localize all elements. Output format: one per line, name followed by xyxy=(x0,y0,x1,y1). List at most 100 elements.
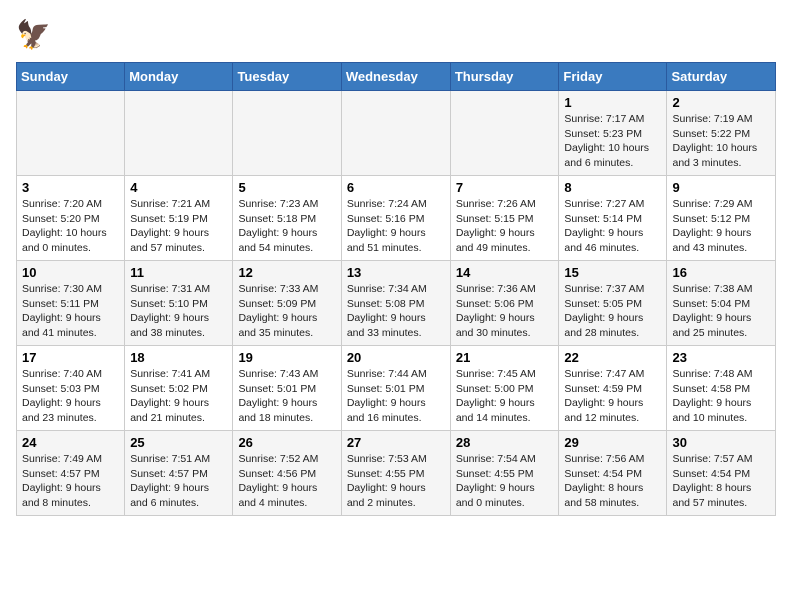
weekday-header-thursday: Thursday xyxy=(450,63,559,91)
day-info: Sunrise: 7:49 AM Sunset: 4:57 PM Dayligh… xyxy=(22,452,119,511)
day-info: Sunrise: 7:57 AM Sunset: 4:54 PM Dayligh… xyxy=(672,452,770,511)
day-info: Sunrise: 7:31 AM Sunset: 5:10 PM Dayligh… xyxy=(130,282,227,341)
day-number: 23 xyxy=(672,350,770,365)
day-info: Sunrise: 7:51 AM Sunset: 4:57 PM Dayligh… xyxy=(130,452,227,511)
calendar-cell: 20 Sunrise: 7:44 AM Sunset: 5:01 PM Dayli… xyxy=(341,346,450,431)
day-number: 3 xyxy=(22,180,119,195)
day-info: Sunrise: 7:56 AM Sunset: 4:54 PM Dayligh… xyxy=(564,452,661,511)
day-info: Sunrise: 7:54 AM Sunset: 4:55 PM Dayligh… xyxy=(456,452,554,511)
day-info: Sunrise: 7:17 AM Sunset: 5:23 PM Dayligh… xyxy=(564,112,661,171)
calendar-cell: 5 Sunrise: 7:23 AM Sunset: 5:18 PM Daylig… xyxy=(233,176,341,261)
day-number: 22 xyxy=(564,350,661,365)
weekday-header-friday: Friday xyxy=(559,63,667,91)
day-info: Sunrise: 7:26 AM Sunset: 5:15 PM Dayligh… xyxy=(456,197,554,256)
calendar-week-3: 10 Sunrise: 7:30 AM Sunset: 5:11 PM Dayli… xyxy=(17,261,776,346)
weekday-header-monday: Monday xyxy=(125,63,233,91)
day-number: 9 xyxy=(672,180,770,195)
calendar-cell: 19Sunrise: 7:43 AM Sunset: 5:01 PM Dayli… xyxy=(233,346,341,431)
day-number: 15 xyxy=(564,265,661,280)
day-number: 10 xyxy=(22,265,119,280)
day-number: 17 xyxy=(22,350,119,365)
day-info: Sunrise: 7:41 AM Sunset: 5:02 PM Dayligh… xyxy=(130,367,227,426)
day-info: Sunrise: 7:21 AM Sunset: 5:19 PM Dayligh… xyxy=(130,197,227,256)
calendar-cell xyxy=(125,91,233,176)
day-info: Sunrise: 7:48 AM Sunset: 4:58 PM Dayligh… xyxy=(672,367,770,426)
logo: 🦅 xyxy=(16,16,56,52)
calendar-cell: 12Sunrise: 7:33 AM Sunset: 5:09 PM Dayli… xyxy=(233,261,341,346)
calendar-week-2: 3 Sunrise: 7:20 AM Sunset: 5:20 PM Daylig… xyxy=(17,176,776,261)
calendar-cell: 17 Sunrise: 7:40 AM Sunset: 5:03 PM Dayli… xyxy=(17,346,125,431)
calendar-cell: 4 Sunrise: 7:21 AM Sunset: 5:19 PM Daylig… xyxy=(125,176,233,261)
calendar-cell: 2 Sunrise: 7:19 AM Sunset: 5:22 PM Daylig… xyxy=(667,91,776,176)
calendar-cell: 9Sunrise: 7:29 AM Sunset: 5:12 PM Daylig… xyxy=(667,176,776,261)
weekday-header-saturday: Saturday xyxy=(667,63,776,91)
calendar-week-5: 24Sunrise: 7:49 AM Sunset: 4:57 PM Dayli… xyxy=(17,431,776,516)
day-number: 29 xyxy=(564,435,661,450)
calendar-cell: 22 Sunrise: 7:47 AM Sunset: 4:59 PM Dayli… xyxy=(559,346,667,431)
day-info: Sunrise: 7:30 AM Sunset: 5:11 PM Dayligh… xyxy=(22,282,119,341)
calendar-cell: 13Sunrise: 7:34 AM Sunset: 5:08 PM Dayli… xyxy=(341,261,450,346)
calendar-cell: 16 Sunrise: 7:38 AM Sunset: 5:04 PM Dayli… xyxy=(667,261,776,346)
calendar-week-4: 17 Sunrise: 7:40 AM Sunset: 5:03 PM Dayli… xyxy=(17,346,776,431)
calendar-cell xyxy=(341,91,450,176)
calendar-cell: 15 Sunrise: 7:37 AM Sunset: 5:05 PM Dayli… xyxy=(559,261,667,346)
day-number: 2 xyxy=(672,95,770,110)
day-number: 13 xyxy=(347,265,445,280)
calendar-cell: 14Sunrise: 7:36 AM Sunset: 5:06 PM Dayli… xyxy=(450,261,559,346)
day-info: Sunrise: 7:23 AM Sunset: 5:18 PM Dayligh… xyxy=(238,197,335,256)
calendar-cell: 7 Sunrise: 7:26 AM Sunset: 5:15 PM Daylig… xyxy=(450,176,559,261)
calendar-cell: 28 Sunrise: 7:54 AM Sunset: 4:55 PM Dayli… xyxy=(450,431,559,516)
calendar-cell: 1 Sunrise: 7:17 AM Sunset: 5:23 PM Daylig… xyxy=(559,91,667,176)
day-info: Sunrise: 7:37 AM Sunset: 5:05 PM Dayligh… xyxy=(564,282,661,341)
day-number: 30 xyxy=(672,435,770,450)
calendar-cell: 29 Sunrise: 7:56 AM Sunset: 4:54 PM Dayli… xyxy=(559,431,667,516)
calendar-week-1: 1 Sunrise: 7:17 AM Sunset: 5:23 PM Daylig… xyxy=(17,91,776,176)
day-number: 28 xyxy=(456,435,554,450)
weekday-header-sunday: Sunday xyxy=(17,63,125,91)
calendar-cell: 26Sunrise: 7:52 AM Sunset: 4:56 PM Dayli… xyxy=(233,431,341,516)
day-info: Sunrise: 7:20 AM Sunset: 5:20 PM Dayligh… xyxy=(22,197,119,256)
day-info: Sunrise: 7:38 AM Sunset: 5:04 PM Dayligh… xyxy=(672,282,770,341)
calendar-table: SundayMondayTuesdayWednesdayThursdayFrid… xyxy=(16,62,776,516)
calendar-cell: 24Sunrise: 7:49 AM Sunset: 4:57 PM Dayli… xyxy=(17,431,125,516)
day-number: 11 xyxy=(130,265,227,280)
day-info: Sunrise: 7:24 AM Sunset: 5:16 PM Dayligh… xyxy=(347,197,445,256)
day-number: 21 xyxy=(456,350,554,365)
day-info: Sunrise: 7:33 AM Sunset: 5:09 PM Dayligh… xyxy=(238,282,335,341)
day-number: 16 xyxy=(672,265,770,280)
calendar-cell: 25 Sunrise: 7:51 AM Sunset: 4:57 PM Dayli… xyxy=(125,431,233,516)
day-number: 1 xyxy=(564,95,661,110)
calendar-cell: 23 Sunrise: 7:48 AM Sunset: 4:58 PM Dayli… xyxy=(667,346,776,431)
day-number: 6 xyxy=(347,180,445,195)
calendar-header-row: SundayMondayTuesdayWednesdayThursdayFrid… xyxy=(17,63,776,91)
day-info: Sunrise: 7:52 AM Sunset: 4:56 PM Dayligh… xyxy=(238,452,335,511)
weekday-header-wednesday: Wednesday xyxy=(341,63,450,91)
calendar-cell xyxy=(17,91,125,176)
day-number: 5 xyxy=(238,180,335,195)
day-number: 7 xyxy=(456,180,554,195)
day-number: 27 xyxy=(347,435,445,450)
calendar-cell: 18Sunrise: 7:41 AM Sunset: 5:02 PM Dayli… xyxy=(125,346,233,431)
day-number: 20 xyxy=(347,350,445,365)
calendar-cell: 11 Sunrise: 7:31 AM Sunset: 5:10 PM Dayli… xyxy=(125,261,233,346)
day-number: 19 xyxy=(238,350,335,365)
calendar-cell: 21Sunrise: 7:45 AM Sunset: 5:00 PM Dayli… xyxy=(450,346,559,431)
day-info: Sunrise: 7:36 AM Sunset: 5:06 PM Dayligh… xyxy=(456,282,554,341)
day-number: 25 xyxy=(130,435,227,450)
calendar-cell: 30 Sunrise: 7:57 AM Sunset: 4:54 PM Dayli… xyxy=(667,431,776,516)
day-number: 4 xyxy=(130,180,227,195)
calendar-cell xyxy=(450,91,559,176)
calendar-cell: 6 Sunrise: 7:24 AM Sunset: 5:16 PM Daylig… xyxy=(341,176,450,261)
page-header: 🦅 xyxy=(16,16,776,52)
day-info: Sunrise: 7:40 AM Sunset: 5:03 PM Dayligh… xyxy=(22,367,119,426)
logo-icon: 🦅 xyxy=(16,16,52,52)
day-info: Sunrise: 7:44 AM Sunset: 5:01 PM Dayligh… xyxy=(347,367,445,426)
day-info: Sunrise: 7:53 AM Sunset: 4:55 PM Dayligh… xyxy=(347,452,445,511)
weekday-header-tuesday: Tuesday xyxy=(233,63,341,91)
calendar-cell xyxy=(233,91,341,176)
day-info: Sunrise: 7:19 AM Sunset: 5:22 PM Dayligh… xyxy=(672,112,770,171)
calendar-cell: 8Sunrise: 7:27 AM Sunset: 5:14 PM Daylig… xyxy=(559,176,667,261)
calendar-cell: 27 Sunrise: 7:53 AM Sunset: 4:55 PM Dayli… xyxy=(341,431,450,516)
day-info: Sunrise: 7:27 AM Sunset: 5:14 PM Dayligh… xyxy=(564,197,661,256)
day-info: Sunrise: 7:47 AM Sunset: 4:59 PM Dayligh… xyxy=(564,367,661,426)
